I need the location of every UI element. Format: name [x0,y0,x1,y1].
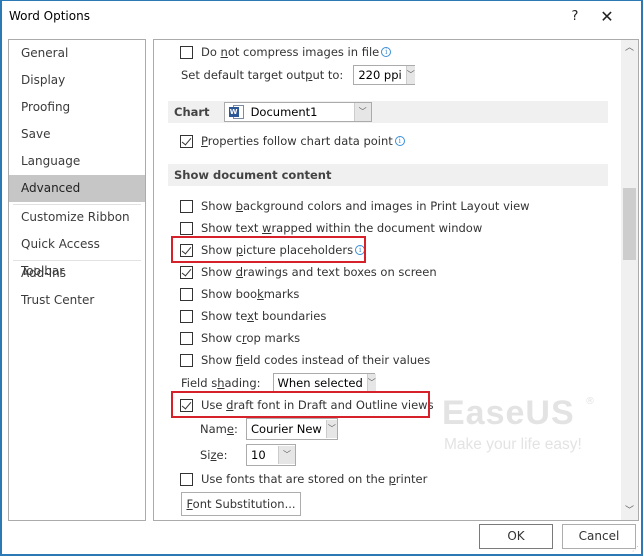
do-not-compress-checkbox[interactable] [180,45,193,59]
chevron-down-icon: ﹀ [366,374,376,392]
do-not-compress-option[interactable]: Do not compress images in file i [180,42,392,62]
show-text-wrapped-option[interactable]: Show text wrapped within the document wi… [180,218,482,238]
option-label: Show bookmarks [201,287,300,301]
field-shading-label: Field shading: [181,376,261,390]
close-button[interactable]: ✕ [592,5,622,29]
title-bar: Word Options ? ✕ [2,1,641,33]
font-size-label: Size: [200,448,228,462]
show-background-colors-option[interactable]: Show background colors and images in Pri… [180,196,530,216]
help-button[interactable]: ? [564,5,586,29]
word-options-dialog: Word Options ? ✕ General Display Proofin… [0,0,643,556]
sidebar-item-trust-center[interactable]: Trust Center [9,287,145,314]
ok-button[interactable]: OK [479,524,553,549]
sidebar-item-save[interactable]: Save [9,121,145,148]
show-drawings-option[interactable]: Show drawings and text boxes on screen [180,262,437,282]
target-output-row: Set default target output to: 220 ppi ﹀ [181,65,416,85]
chevron-down-icon: ﹀ [325,420,337,438]
show-document-content-header: Show document content [168,164,608,186]
sidebar-item-add-ins[interactable]: Add-Ins [9,260,145,287]
chart-document-dropdown[interactable]: W Document1 ﹀ [223,102,372,122]
checkbox[interactable] [180,287,193,301]
resize-grip-icon[interactable]: ⋰ [632,545,639,553]
checkbox[interactable] [180,221,193,235]
target-output-dropdown[interactable]: 220 ppi ﹀ [353,65,416,85]
highlight-box [171,391,430,418]
option-label: Show background colors and images in Pri… [201,199,530,213]
field-shading-row: Field shading: When selected ﹀ [181,373,376,393]
show-text-boundaries-option[interactable]: Show text boundaries [180,306,326,326]
sidebar-item-display[interactable]: Display [9,67,145,94]
scroll-down-icon[interactable]: ﹀ [621,503,638,520]
watermark-brand: EaseUS [442,394,575,432]
sidebar-item-proofing[interactable]: Proofing [9,94,145,121]
word-document-icon: W [228,104,245,120]
draft-font-name-row: Name: Courier New ﹀ [200,418,338,440]
option-label: Show field codes instead of their values [201,353,431,367]
properties-follow-checkbox[interactable] [180,134,193,148]
chevron-down-icon: ﹀ [278,446,295,464]
checkbox[interactable] [180,265,193,279]
show-field-codes-option[interactable]: Show field codes instead of their values [180,350,430,370]
option-label: Use fonts that are stored on the printer [201,472,428,486]
checkbox[interactable] [180,353,193,367]
watermark-tagline: Make your life easy! [444,436,582,453]
target-output-label: Set default target output to: [181,68,344,82]
checkbox[interactable] [180,199,193,213]
sidebar-item-quick-access-toolbar[interactable]: Quick Access Toolbar [9,231,145,278]
option-label: Show drawings and text boxes on screen [201,265,437,279]
cancel-button[interactable]: Cancel [562,524,636,549]
highlight-box [171,236,366,263]
show-crop-marks-option[interactable]: Show crop marks [180,328,300,348]
scroll-up-icon[interactable]: ︿ [621,40,638,57]
vertical-scrollbar[interactable]: ︿ ﹀ [621,40,638,520]
options-sidebar: General Display Proofing Save Language A… [8,39,146,521]
chevron-down-icon: ﹀ [353,103,371,121]
option-label: Properties follow chart data point [201,134,393,148]
draft-font-size-row: Size: 10 ﹀ [200,444,296,466]
checkbox[interactable] [180,331,193,345]
font-size-dropdown[interactable]: 10 ﹀ [246,444,296,466]
info-icon[interactable]: i [394,136,405,146]
sidebar-item-language[interactable]: Language [9,148,145,175]
font-name-dropdown[interactable]: Courier New ﹀ [246,418,338,440]
font-substitution-button[interactable]: Font Substitution... [181,492,301,516]
chart-section-header: Chart W Document1 ﹀ [168,101,608,123]
chevron-down-icon: ﹀ [405,66,415,84]
use-printer-fonts-option[interactable]: Use fonts that are stored on the printer [180,469,427,489]
checkbox[interactable] [180,472,193,486]
option-label: Show text wrapped within the document wi… [201,221,483,235]
properties-follow-option[interactable]: Properties follow chart data point i [180,131,405,151]
checkbox[interactable] [180,309,193,323]
sidebar-item-customize-ribbon[interactable]: Customize Ribbon [9,204,145,231]
scroll-thumb[interactable] [623,188,636,260]
registered-icon: ® [585,396,595,407]
option-label: Do not compress images in file [201,45,380,59]
sidebar-item-general[interactable]: General [9,40,145,67]
font-name-label: Name: [200,422,238,436]
option-label: Show crop marks [201,331,301,345]
dialog-title: Word Options [9,9,90,23]
sidebar-item-advanced[interactable]: Advanced [9,175,145,202]
field-shading-dropdown[interactable]: When selected ﹀ [272,373,376,393]
info-icon[interactable]: i [381,47,392,57]
option-label: Show text boundaries [201,309,327,323]
show-bookmarks-option[interactable]: Show bookmarks [180,284,299,304]
easeus-watermark: EaseUS ® Make your life easy! [442,394,602,464]
